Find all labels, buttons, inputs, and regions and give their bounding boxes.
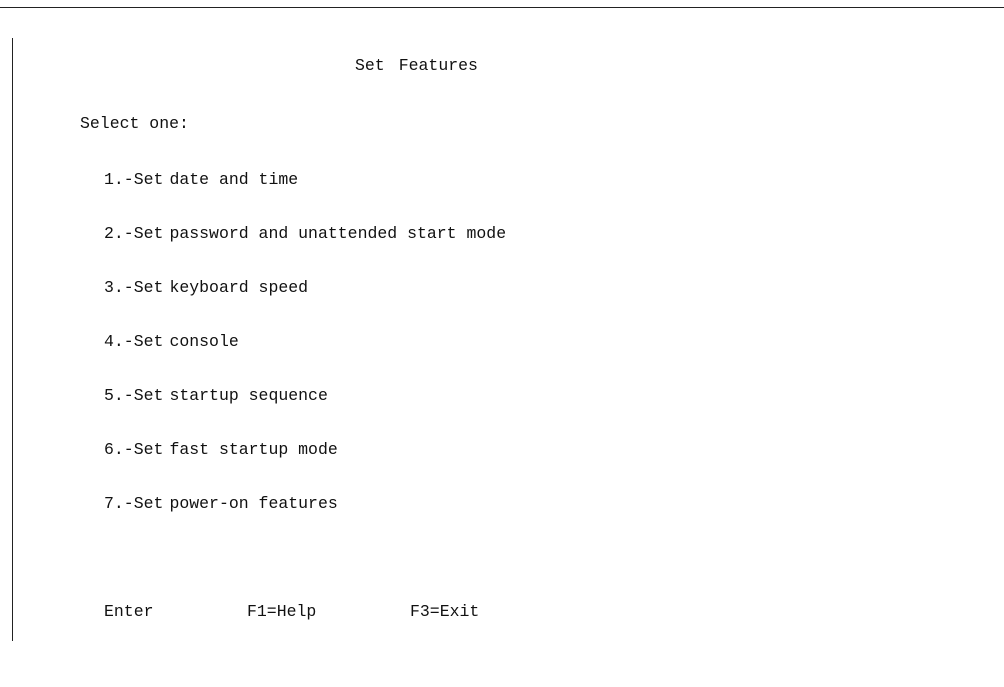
screen-title: Set Features bbox=[355, 56, 478, 75]
title-word-features: Features bbox=[398, 56, 478, 75]
menu-item-number: 4.- bbox=[104, 332, 134, 351]
menu-item-set-startup-sequence[interactable]: 5.-Set startup sequence bbox=[104, 386, 328, 405]
menu-item-set-power-on-features[interactable]: 7.-Set power-on features bbox=[104, 494, 338, 513]
menu-item-set-console[interactable]: 4.-Set console bbox=[104, 332, 239, 351]
menu-item-verb: Set bbox=[133, 224, 164, 243]
menu-item-verb: Set bbox=[133, 332, 164, 351]
menu-item-text: keyboard speed bbox=[169, 278, 309, 297]
menu-item-set-date-and-time[interactable]: 1.-Set date and time bbox=[104, 170, 299, 189]
select-prompt: Select one: bbox=[80, 114, 189, 133]
menu-item-text: startup sequence bbox=[169, 386, 328, 405]
menu-item-text: power-on features bbox=[169, 494, 338, 513]
menu-item-text: console bbox=[169, 332, 239, 351]
menu-item-text: fast startup mode bbox=[169, 440, 338, 459]
menu-item-text: password and unattended start mode bbox=[169, 224, 507, 243]
menu-item-number: 3.- bbox=[104, 278, 134, 297]
menu-item-verb: Set bbox=[133, 170, 164, 189]
menu-item-text: date and time bbox=[169, 170, 299, 189]
menu-item-number: 1.- bbox=[104, 170, 134, 189]
menu-item-number: 2.- bbox=[104, 224, 134, 243]
f3-exit-key[interactable]: F3=Exit bbox=[410, 603, 479, 621]
f1-help-key[interactable]: F1=Help bbox=[247, 603, 316, 621]
menu-item-verb: Set bbox=[133, 440, 164, 459]
menu-item-verb: Set bbox=[133, 494, 164, 513]
terminal-screen: Set Features Select one: 1.-Set date and t… bbox=[0, 0, 1004, 657]
enter-key[interactable]: Enter bbox=[104, 603, 154, 621]
menu-item-verb: Set bbox=[133, 278, 164, 297]
menu-item-number: 7.- bbox=[104, 494, 134, 513]
title-word-set: Set bbox=[355, 56, 385, 75]
menu-item-number: 6.- bbox=[104, 440, 134, 459]
menu-item-number: 5.- bbox=[104, 386, 134, 405]
menu-item-set-keyboard-speed[interactable]: 3.-Set keyboard speed bbox=[104, 278, 309, 297]
function-key-bar: Enter F1=Help F3=Exit bbox=[0, 603, 1004, 624]
menu-item-set-password[interactable]: 2.-Set password and unattended start mode bbox=[104, 224, 507, 243]
menu-item-verb: Set bbox=[133, 386, 164, 405]
menu-item-set-fast-startup-mode[interactable]: 6.-Set fast startup mode bbox=[104, 440, 338, 459]
